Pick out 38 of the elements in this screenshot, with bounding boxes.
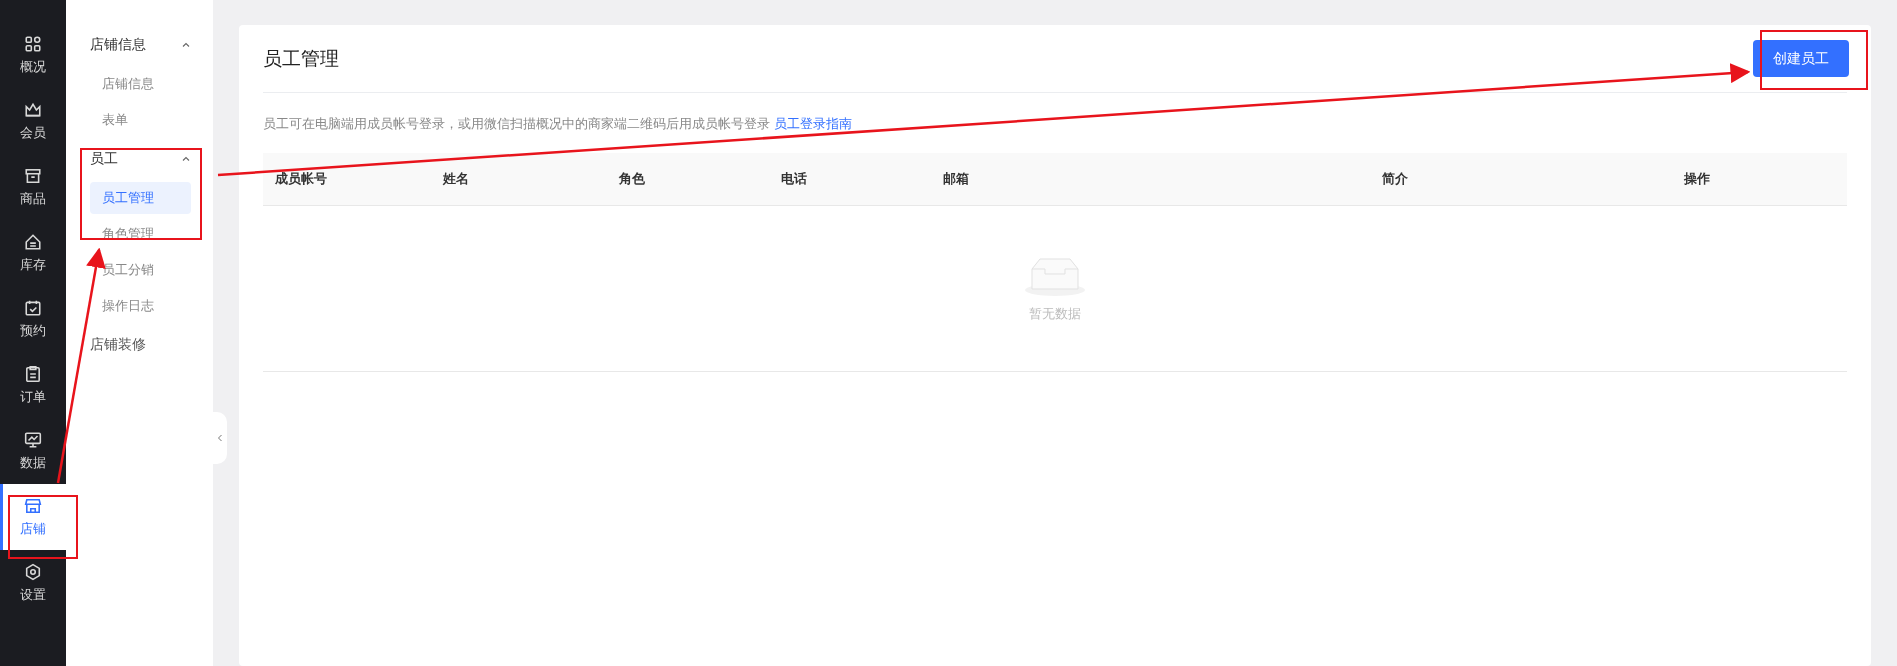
rail-item[interactable]: 预约 <box>0 286 66 352</box>
submenu-item[interactable]: 员工管理 <box>90 182 191 214</box>
submenu-group[interactable]: 店铺装修 <box>66 326 213 364</box>
rail-item[interactable]: 店铺 <box>0 484 66 550</box>
collapse-handle[interactable] <box>213 412 227 464</box>
rail-item[interactable]: 设置 <box>0 550 66 616</box>
column-header: 电话 <box>780 170 808 188</box>
rail-item[interactable]: 订单 <box>0 352 66 418</box>
column-header: 简介 <box>1381 170 1409 188</box>
column-header: 角色 <box>618 170 646 188</box>
store-icon <box>24 166 42 185</box>
empty-text: 暂无数据 <box>1029 304 1081 323</box>
grid-icon <box>24 34 42 53</box>
clipboard-icon <box>24 364 42 383</box>
guide-link[interactable]: 员工登录指南 <box>774 116 853 131</box>
submenu-item[interactable]: 表单 <box>90 104 191 136</box>
submenu-item[interactable]: 员工分销 <box>90 254 191 286</box>
submenu-group[interactable]: 店铺信息 <box>66 26 213 64</box>
submenu-group[interactable]: 员工 <box>66 140 213 178</box>
column-header: 姓名 <box>442 170 470 188</box>
column-header: 邮箱 <box>942 170 970 188</box>
monitor-chart-icon <box>24 430 42 449</box>
shop-icon <box>24 496 42 515</box>
column-header: 成员帐号 <box>274 170 328 188</box>
rail-item[interactable]: 会员 <box>0 88 66 154</box>
rail-item[interactable]: 概况 <box>0 22 66 88</box>
submenu-item[interactable]: 操作日志 <box>90 290 191 322</box>
rail-item[interactable]: 商品 <box>0 154 66 220</box>
submenu-item[interactable]: 店铺信息 <box>90 68 191 100</box>
description-text: 员工可在电脑端用成员帐号登录，或用微信扫描概况中的商家端二维码后用成员帐号登录 <box>263 116 770 131</box>
calendar-icon <box>24 298 42 317</box>
column-header: 操作 <box>1683 170 1711 188</box>
highlight-frame <box>8 495 78 559</box>
create-staff-button[interactable]: 创建员工 <box>1753 40 1849 77</box>
page-title: 员工管理 <box>263 45 339 71</box>
rail-item[interactable]: 数据 <box>0 418 66 484</box>
hexagon-icon <box>24 562 42 581</box>
rail-item[interactable]: 库存 <box>0 220 66 286</box>
